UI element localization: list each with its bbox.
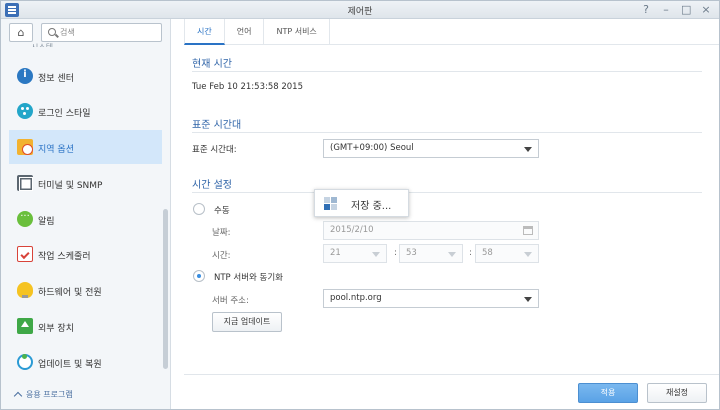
sidebar-item-label: 터미널 및 SNMP: [38, 181, 103, 191]
help-icon[interactable]: ?: [641, 2, 651, 18]
date-field[interactable]: 2015/2/10: [323, 221, 539, 240]
sidebar-item-hardware-power[interactable]: 하드웨어 및 전원: [9, 273, 162, 307]
manual-radio[interactable]: [193, 203, 205, 215]
sidebar-item-external-devices[interactable]: 외부 장치: [9, 309, 162, 343]
search-input[interactable]: [60, 25, 158, 40]
sidebar-item-login-style[interactable]: 로그인 스타일: [9, 94, 162, 128]
current-time-title: 현재 시간: [192, 59, 232, 70]
second-select[interactable]: 58: [475, 244, 539, 263]
main-panel: 시간 언어 NTP 서비스 현재 시간 Tue Feb 10 21:53:58 …: [172, 19, 719, 409]
minute-select[interactable]: 53: [399, 244, 463, 263]
tab-ntp-service[interactable]: NTP 서비스: [264, 19, 330, 45]
server-address-value: pool.ntp.org: [330, 293, 382, 303]
home-icon: ⌂: [17, 26, 25, 39]
divider: [192, 132, 702, 133]
current-time-value: Tue Feb 10 21:53:58 2015: [192, 82, 303, 92]
title-bar: 제어판 ? – □ ×: [1, 1, 719, 19]
sidebar: ⌂ 시스템 정보 센터 로그인 스타일 지역 옵션 터미널 및 SNMP 알림: [1, 19, 171, 409]
footer-divider: [184, 374, 719, 375]
reset-button[interactable]: 재설정: [647, 383, 707, 403]
time-settings-title: 시간 설정: [192, 180, 232, 191]
server-address-label: 서버 주소:: [212, 296, 249, 306]
tab-bar: 시간 언어 NTP 서비스: [184, 19, 719, 45]
sidebar-item-regional-options[interactable]: 지역 옵션: [9, 130, 162, 164]
calendar-icon[interactable]: [523, 226, 533, 235]
sidebar-item-info-center[interactable]: 정보 센터: [9, 59, 162, 93]
sidebar-item-task-scheduler[interactable]: 작업 스케줄러: [9, 237, 162, 271]
ntp-sync-label: NTP 서버와 동기화: [214, 273, 284, 283]
sidebar-item-label: 작업 스케줄러: [38, 252, 91, 262]
window-controls: ? – □ ×: [641, 2, 711, 18]
hour-value: 21: [330, 248, 341, 258]
timezone-title: 표준 시간대: [192, 120, 242, 131]
sidebar-item-label: 정보 센터: [38, 74, 74, 84]
loading-icon: [324, 197, 338, 211]
divider: [192, 71, 702, 72]
time-separator: :: [469, 248, 472, 258]
sidebar-item-terminal-snmp[interactable]: 터미널 및 SNMP: [9, 166, 162, 200]
applications-label: 응용 프로그램: [26, 390, 73, 399]
bulb-icon: [17, 282, 33, 298]
chevron-down-icon: [524, 147, 532, 152]
time-label: 시간:: [212, 251, 231, 261]
minute-value: 53: [406, 248, 417, 258]
timezone-label: 표준 시간대:: [192, 145, 237, 155]
chevron-up-icon: [13, 391, 23, 401]
scheduler-icon: [17, 246, 33, 262]
ntp-sync-radio[interactable]: [193, 270, 205, 282]
window-title: 제어판: [347, 7, 373, 17]
server-address-select[interactable]: pool.ntp.org: [323, 289, 539, 308]
close-icon[interactable]: ×: [701, 2, 711, 18]
minimize-icon[interactable]: –: [661, 2, 671, 18]
sidebar-item-notification[interactable]: 알림: [9, 202, 162, 236]
divider: [192, 192, 702, 193]
chevron-down-icon: [524, 297, 532, 302]
tab-language[interactable]: 언어: [225, 19, 265, 45]
sidebar-item-label: 외부 장치: [38, 324, 74, 334]
timezone-select[interactable]: (GMT+09:00) Seoul: [323, 139, 539, 158]
chevron-down-icon: [448, 252, 456, 257]
date-label: 날짜:: [212, 228, 231, 238]
info-icon: [17, 68, 33, 84]
notification-icon: [17, 211, 33, 227]
search-box[interactable]: [41, 23, 162, 42]
update-now-button[interactable]: 지금 업데이트: [212, 312, 282, 332]
timezone-value: (GMT+09:00) Seoul: [330, 143, 414, 153]
time-separator: :: [394, 248, 397, 258]
saving-text: 저장 중...: [351, 201, 392, 212]
external-device-icon: [17, 318, 33, 334]
home-button[interactable]: ⌂: [9, 23, 33, 42]
palette-icon: [17, 103, 33, 119]
region-icon: [17, 139, 33, 155]
sidebar-scrollbar[interactable]: [163, 209, 168, 369]
applications-toggle[interactable]: 응용 프로그램: [13, 389, 73, 401]
sidebar-item-update-restore[interactable]: 업데이트 및 복원: [9, 345, 162, 379]
control-panel-window: 제어판 ? – □ × ⌂ 시스템 정보 센터 로그인 스타일 지역 옵션: [0, 0, 720, 410]
sidebar-item-label: 업데이트 및 복원: [38, 360, 102, 370]
second-value: 58: [482, 248, 493, 258]
saving-toast: 저장 중...: [314, 189, 409, 217]
sidebar-item-label: 로그인 스타일: [38, 109, 91, 119]
sidebar-item-label: 하드웨어 및 전원: [38, 288, 102, 298]
maximize-icon[interactable]: □: [681, 2, 691, 18]
chevron-down-icon: [524, 252, 532, 257]
update-icon: [17, 354, 33, 370]
sidebar-item-label: 지역 옵션: [38, 145, 74, 155]
apply-button[interactable]: 적용: [578, 383, 638, 403]
hour-select[interactable]: 21: [323, 244, 387, 263]
terminal-icon: [17, 175, 33, 191]
chevron-down-icon: [372, 252, 380, 257]
tab-time[interactable]: 시간: [184, 19, 225, 45]
search-icon: [48, 28, 56, 36]
manual-label: 수동: [214, 206, 230, 216]
date-value: 2015/2/10: [330, 225, 374, 235]
sidebar-item-label: 알림: [38, 217, 55, 227]
sidebar-group-label: 시스템: [31, 42, 53, 47]
